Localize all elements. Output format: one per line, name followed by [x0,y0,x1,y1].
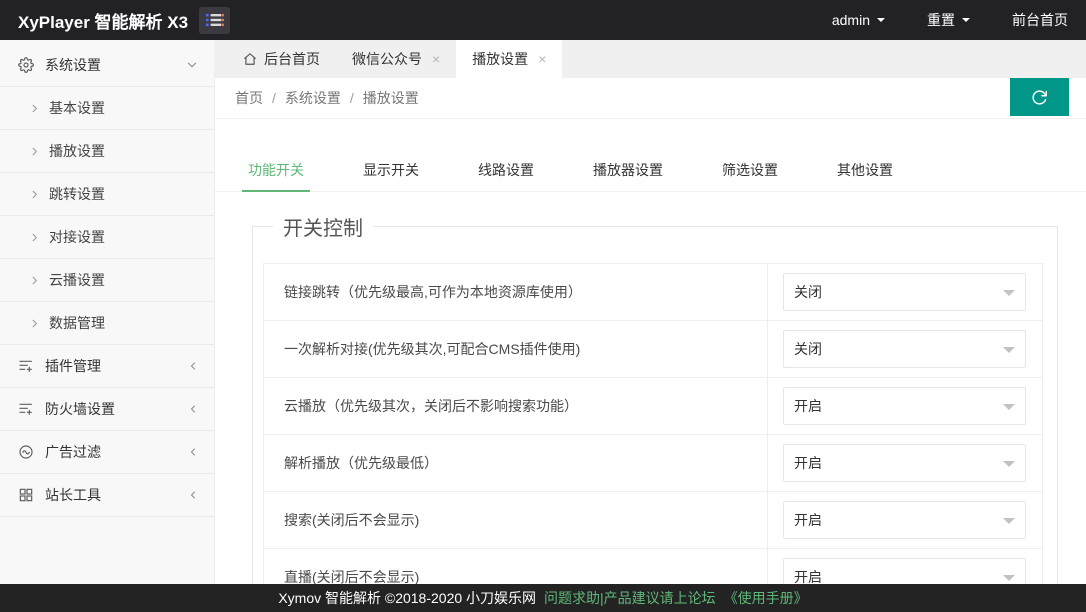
chevron-right-icon [29,189,40,200]
fieldset-title: 开关控制 [273,212,373,241]
breadcrumb-separator: / [350,90,354,106]
tab-function-switch[interactable]: 功能开关 [242,149,310,191]
sidebar-subitem-docking-settings[interactable]: 对接设置 [0,216,214,259]
cloud-play-select[interactable]: 开启 [783,387,1026,425]
select-arrow-icon [1003,404,1015,416]
circle-wave-icon [18,444,34,460]
chevron-down-icon [185,58,199,72]
front-home-link[interactable]: 前台首页 [1012,10,1068,30]
home-icon [243,52,257,66]
sidebar-subitem-data-management[interactable]: 数据管理 [0,302,214,345]
help-forum-link[interactable]: 问题求助|产品建议请上论坛 [544,588,716,608]
close-icon[interactable]: × [538,51,546,67]
tab-filter-settings[interactable]: 筛选设置 [716,149,784,191]
row-label: 解析播放（优先级最低） [264,435,768,491]
chevron-left-icon [187,489,199,501]
list-plus-icon [18,401,34,417]
user-dropdown[interactable]: admin [832,12,885,28]
breadcrumb-home[interactable]: 首页 [235,88,263,108]
breadcrumb-separator: / [272,90,276,106]
tab-admin-home[interactable]: 后台首页 [227,40,336,78]
row-label: 搜索(关闭后不会显示) [264,492,768,548]
caret-down-icon [962,18,970,26]
chevron-right-icon [29,232,40,243]
row-label: 直播(关闭后不会显示) [264,549,768,584]
caret-down-icon [877,18,885,26]
tab-other-settings[interactable]: 其他设置 [831,149,899,191]
chevron-left-icon [187,403,199,415]
breadcrumb-play-settings: 播放设置 [363,88,419,108]
header-menu: admin 重置 前台首页 [790,10,1086,30]
sidebar-item-ad-filter[interactable]: 广告过滤 [0,431,214,474]
sidebar-toggle-button[interactable] [199,7,230,34]
table-row: 解析播放（优先级最低） 开启 [264,435,1042,492]
select-arrow-icon [1003,290,1015,302]
grid-icon [18,487,34,503]
select-arrow-icon [1003,575,1015,584]
settings-tabs: 功能开关 显示开关 线路设置 播放器设置 筛选设置 其他设置 [215,149,1086,192]
tab-wechat-official[interactable]: 微信公众号 × [336,40,456,78]
main-area: 后台首页 微信公众号 × 播放设置 × 首页 / 系统设置 / 播放设置 功能开… [215,40,1086,584]
chevron-left-icon [187,446,199,458]
open-tabs-bar: 后台首页 微信公众号 × 播放设置 × [215,40,1086,78]
refresh-button[interactable] [1010,78,1069,116]
chevron-right-icon [29,275,40,286]
chevron-right-icon [29,318,40,329]
manual-link[interactable]: 《使用手册》 [724,588,808,608]
parse-play-select[interactable]: 开启 [783,444,1026,482]
sidebar-subitem-cloud-play-settings[interactable]: 云播设置 [0,259,214,302]
tab-play-settings[interactable]: 播放设置 × [456,40,562,78]
link-jump-select[interactable]: 关闭 [783,273,1026,311]
list-plus-icon [18,358,34,374]
sidebar-item-firewall-settings[interactable]: 防火墙设置 [0,388,214,431]
copyright-text: Xymov 智能解析 ©2018-2020 小刀娱乐网 [278,588,536,608]
reset-label: 重置 [927,10,955,30]
select-arrow-icon [1003,518,1015,530]
table-row: 链接跳转（优先级最高,可作为本地资源库使用） 关闭 [264,264,1042,321]
table-row: 一次解析对接(优先级其次,可配合CMS插件使用) 关闭 [264,321,1042,378]
sidebar-item-label: 系统设置 [45,55,185,75]
row-label: 云播放（优先级其次，关闭后不影响搜索功能） [264,378,768,434]
switch-control-fieldset: 开关控制 链接跳转（优先级最高,可作为本地资源库使用） 关闭 一次解析对接(优先… [252,212,1058,584]
sidebar-subitem-basic-settings[interactable]: 基本设置 [0,87,214,130]
sidebar-subitem-play-settings[interactable]: 播放设置 [0,130,214,173]
table-row: 直播(关闭后不会显示) 开启 [264,549,1042,584]
table-row: 云播放（优先级其次，关闭后不影响搜索功能） 开启 [264,378,1042,435]
breadcrumb-system-settings[interactable]: 系统设置 [285,88,341,108]
top-header: XyPlayer 智能解析 X3 admin 重置 前台首页 [0,0,1086,40]
tab-player-settings[interactable]: 播放器设置 [587,149,669,191]
app-logo: XyPlayer 智能解析 X3 [0,8,199,33]
chevron-right-icon [29,146,40,157]
sidebar-item-system-settings[interactable]: 系统设置 [0,44,214,87]
one-step-parse-select[interactable]: 关闭 [783,330,1026,368]
sidebar-item-plugin-management[interactable]: 插件管理 [0,345,214,388]
sidebar-item-webmaster-tools[interactable]: 站长工具 [0,474,214,517]
user-name: admin [832,12,870,28]
sidebar-nav: 系统设置 基本设置 播放设置 跳转设置 对接设置 云播设置 数据管理 插件管理 [0,40,215,584]
select-arrow-icon [1003,347,1015,359]
select-arrow-icon [1003,461,1015,473]
tab-line-settings[interactable]: 线路设置 [472,149,540,191]
close-icon[interactable]: × [432,51,440,67]
chevron-right-icon [29,103,40,114]
row-label: 链接跳转（优先级最高,可作为本地资源库使用） [264,264,768,320]
list-menu-icon [206,13,224,27]
chevron-left-icon [187,360,199,372]
sidebar-subitem-jump-settings[interactable]: 跳转设置 [0,173,214,216]
refresh-icon [1031,89,1048,106]
live-select[interactable]: 开启 [783,558,1026,584]
breadcrumb-bar: 首页 / 系统设置 / 播放设置 [215,78,1086,119]
search-select[interactable]: 开启 [783,501,1026,539]
table-row: 搜索(关闭后不会显示) 开启 [264,492,1042,549]
page-footer: Xymov 智能解析 ©2018-2020 小刀娱乐网 问题求助|产品建议请上论… [0,584,1086,612]
gear-icon [18,57,34,73]
row-label: 一次解析对接(优先级其次,可配合CMS插件使用) [264,321,768,377]
switch-table: 链接跳转（优先级最高,可作为本地资源库使用） 关闭 一次解析对接(优先级其次,可… [263,263,1043,584]
reset-dropdown[interactable]: 重置 [927,10,970,30]
tab-display-switch[interactable]: 显示开关 [357,149,425,191]
